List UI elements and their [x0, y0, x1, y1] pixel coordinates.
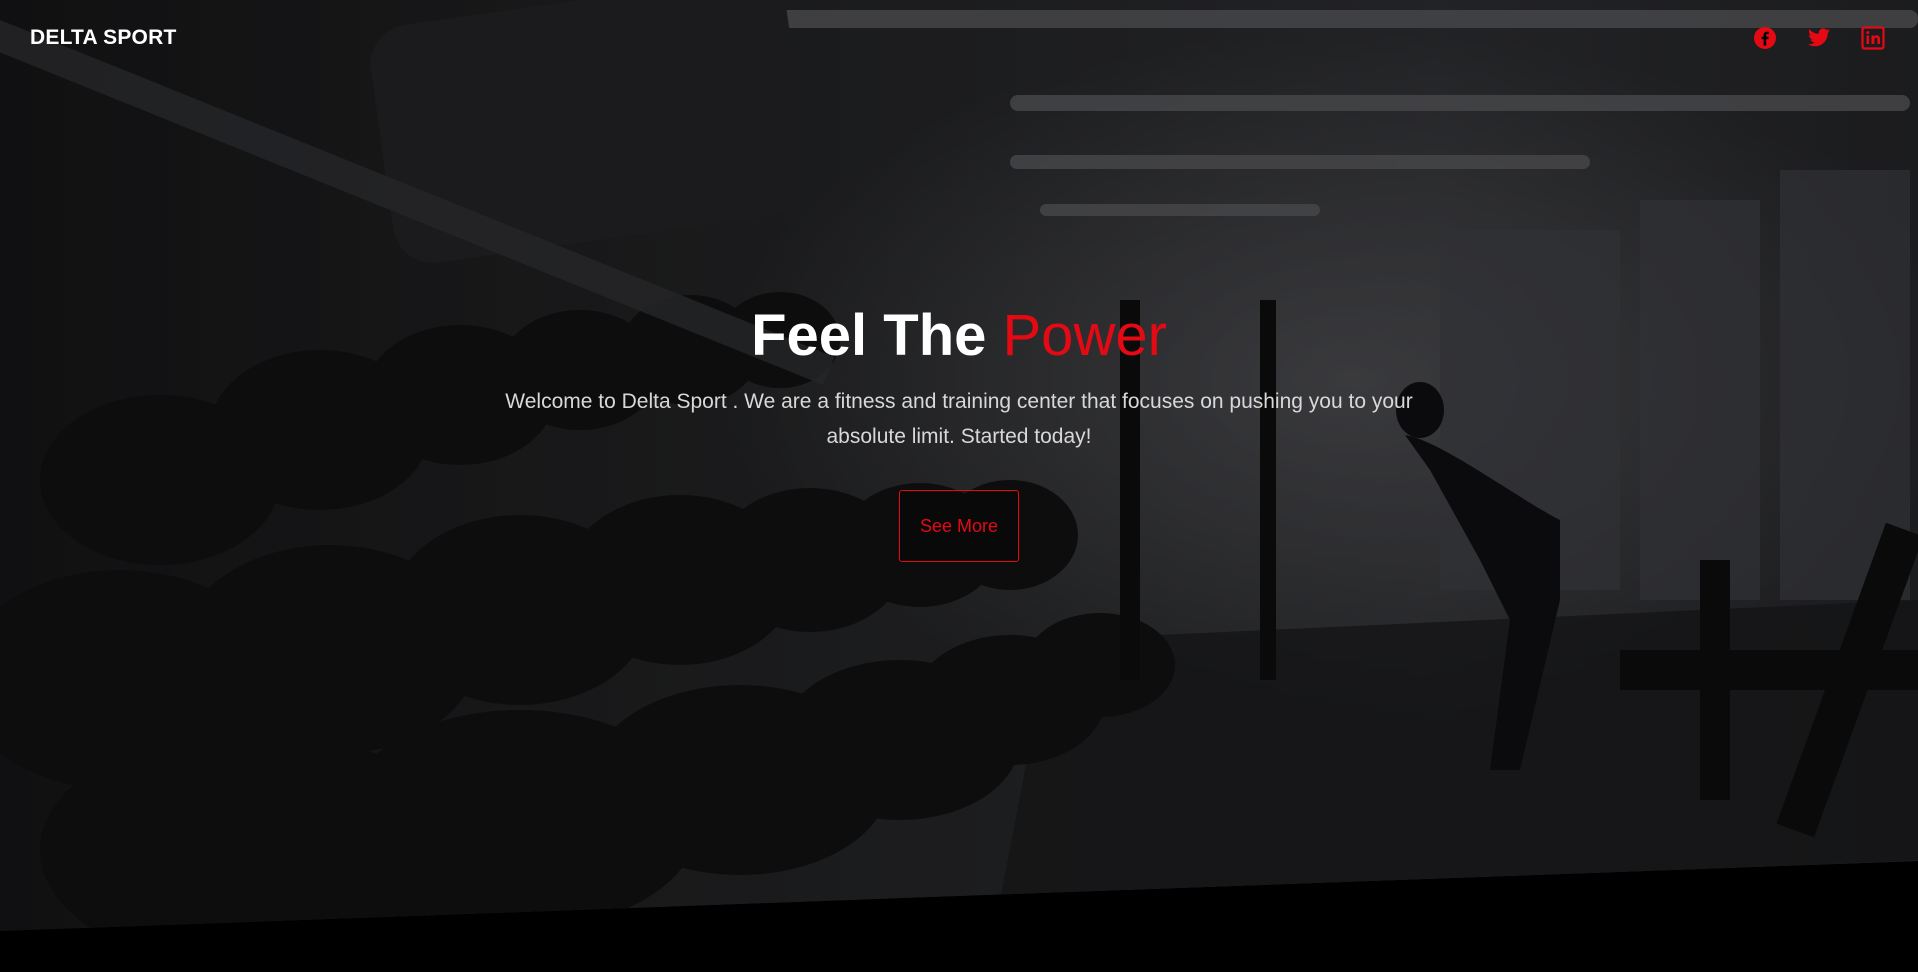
hero-description: Welcome to Delta Sport . We are a fitnes… [505, 390, 1413, 448]
headline-main: Feel The [751, 303, 1003, 368]
facebook-icon [1754, 27, 1776, 49]
hero-section: DELTA SPORT Feel The Power Welcome to De… [0, 0, 1918, 972]
brand-logo[interactable]: DELTA SPORT [30, 26, 176, 50]
twitter-link[interactable] [1806, 25, 1832, 51]
twitter-icon [1808, 28, 1830, 47]
see-more-button[interactable]: See More [898, 490, 1020, 562]
headline-accent: Power [1002, 303, 1167, 368]
linkedin-link[interactable] [1860, 25, 1886, 51]
linkedin-icon [1861, 26, 1885, 50]
hero-headline: Feel The Power [0, 298, 1918, 374]
facebook-link[interactable] [1752, 25, 1778, 51]
top-navbar: DELTA SPORT [0, 0, 1918, 76]
hero-content: Feel The Power Welcome to Delta Sport . … [0, 298, 1918, 562]
social-links [1752, 25, 1888, 51]
